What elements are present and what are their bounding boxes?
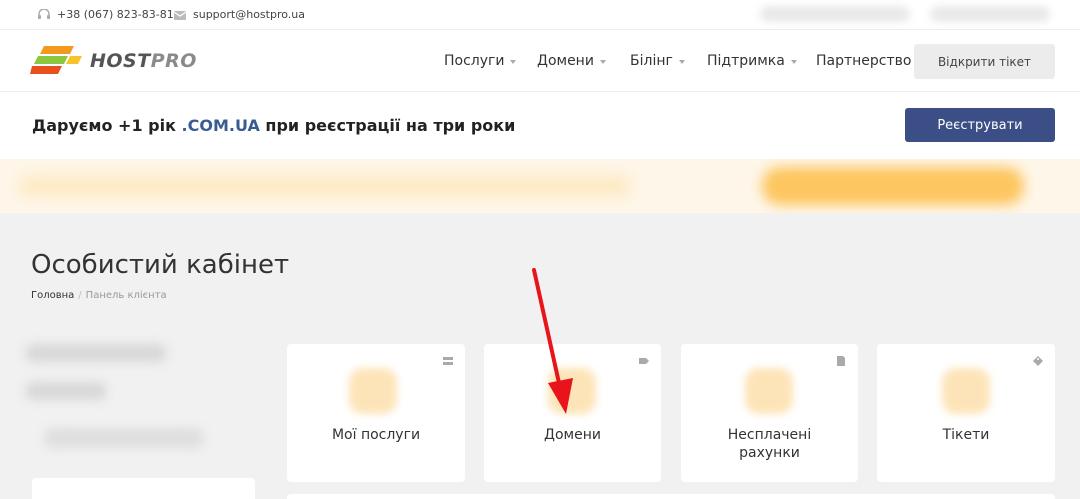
caret-down-icon (790, 59, 797, 64)
ticket-icon (1033, 356, 1043, 366)
content-panel (287, 494, 1055, 499)
top-contact-bar: +38 (067) 823-83-81 support@hostpro.ua (0, 0, 1080, 30)
promo-highlight: .COM.UA (181, 116, 260, 135)
blurred-region (930, 6, 1050, 22)
breadcrumb: Головна / Панель клієнта (31, 290, 167, 301)
blurred-banner-text (20, 176, 630, 196)
hostpro-logo[interactable]: HOSTPRO (30, 44, 197, 78)
promo-text: Даруємо +1 рік .COM.UA при реєстрації на… (32, 116, 516, 135)
nav-item-domains[interactable]: Домени (537, 53, 606, 69)
logo-text: HOSTPRO (90, 50, 197, 72)
headset-icon (38, 8, 50, 19)
nav-item-services[interactable]: Послуги (444, 53, 517, 69)
blurred-region (760, 6, 910, 22)
envelope-icon (173, 10, 187, 20)
tile-unpaid-invoices[interactable]: Несплачені рахунки (681, 344, 858, 482)
email-address: support@hostpro.ua (193, 8, 305, 21)
tile-label: Мої послуги (331, 427, 421, 443)
breadcrumb-current: Панель клієнта (85, 290, 167, 301)
site-header: HOSTPRO Послуги Домени Білінг Підтримка … (0, 30, 1080, 92)
open-ticket-button[interactable]: Відкрити тікет (914, 44, 1055, 79)
tag-icon (639, 358, 649, 364)
tile-tickets[interactable]: Тікети (877, 344, 1055, 482)
nav-item-partnership[interactable]: Партнерство (816, 53, 911, 69)
page-title: Особистий кабінет (31, 250, 290, 280)
server-icon (443, 357, 453, 365)
promo-strip: Даруємо +1 рік .COM.UA при реєстрації на… (0, 92, 1080, 159)
email-contact[interactable]: support@hostpro.ua (173, 8, 305, 21)
nav-item-billing[interactable]: Білінг (630, 53, 685, 69)
phone-contact[interactable]: +38 (067) 823-83-81 (37, 8, 174, 21)
document-icon (837, 356, 845, 366)
breadcrumb-separator: / (78, 290, 82, 301)
tile-image (349, 368, 397, 414)
tile-image (942, 368, 990, 414)
tile-image (745, 368, 793, 414)
blurred-banner-button (762, 167, 1024, 205)
sidebar-panel (32, 478, 255, 499)
caret-down-icon (678, 59, 685, 64)
caret-down-icon (599, 59, 606, 64)
blurred-banner (0, 159, 1080, 213)
tile-label: Домени (544, 427, 601, 443)
tile-image (548, 368, 596, 414)
logo-mark-icon (30, 46, 82, 74)
phone-number: +38 (067) 823-83-81 (57, 8, 174, 21)
nav-item-support[interactable]: Підтримка (707, 53, 797, 69)
caret-down-icon (510, 59, 517, 64)
tile-label: Тікети (942, 427, 990, 443)
tile-label: Несплачені рахунки (727, 427, 812, 461)
breadcrumb-home[interactable]: Головна (31, 290, 74, 301)
blurred-sidebar (20, 330, 225, 465)
tile-my-services[interactable]: Мої послуги (287, 344, 465, 482)
tile-domains[interactable]: Домени (484, 344, 661, 482)
register-button[interactable]: Реєструвати (905, 108, 1055, 142)
